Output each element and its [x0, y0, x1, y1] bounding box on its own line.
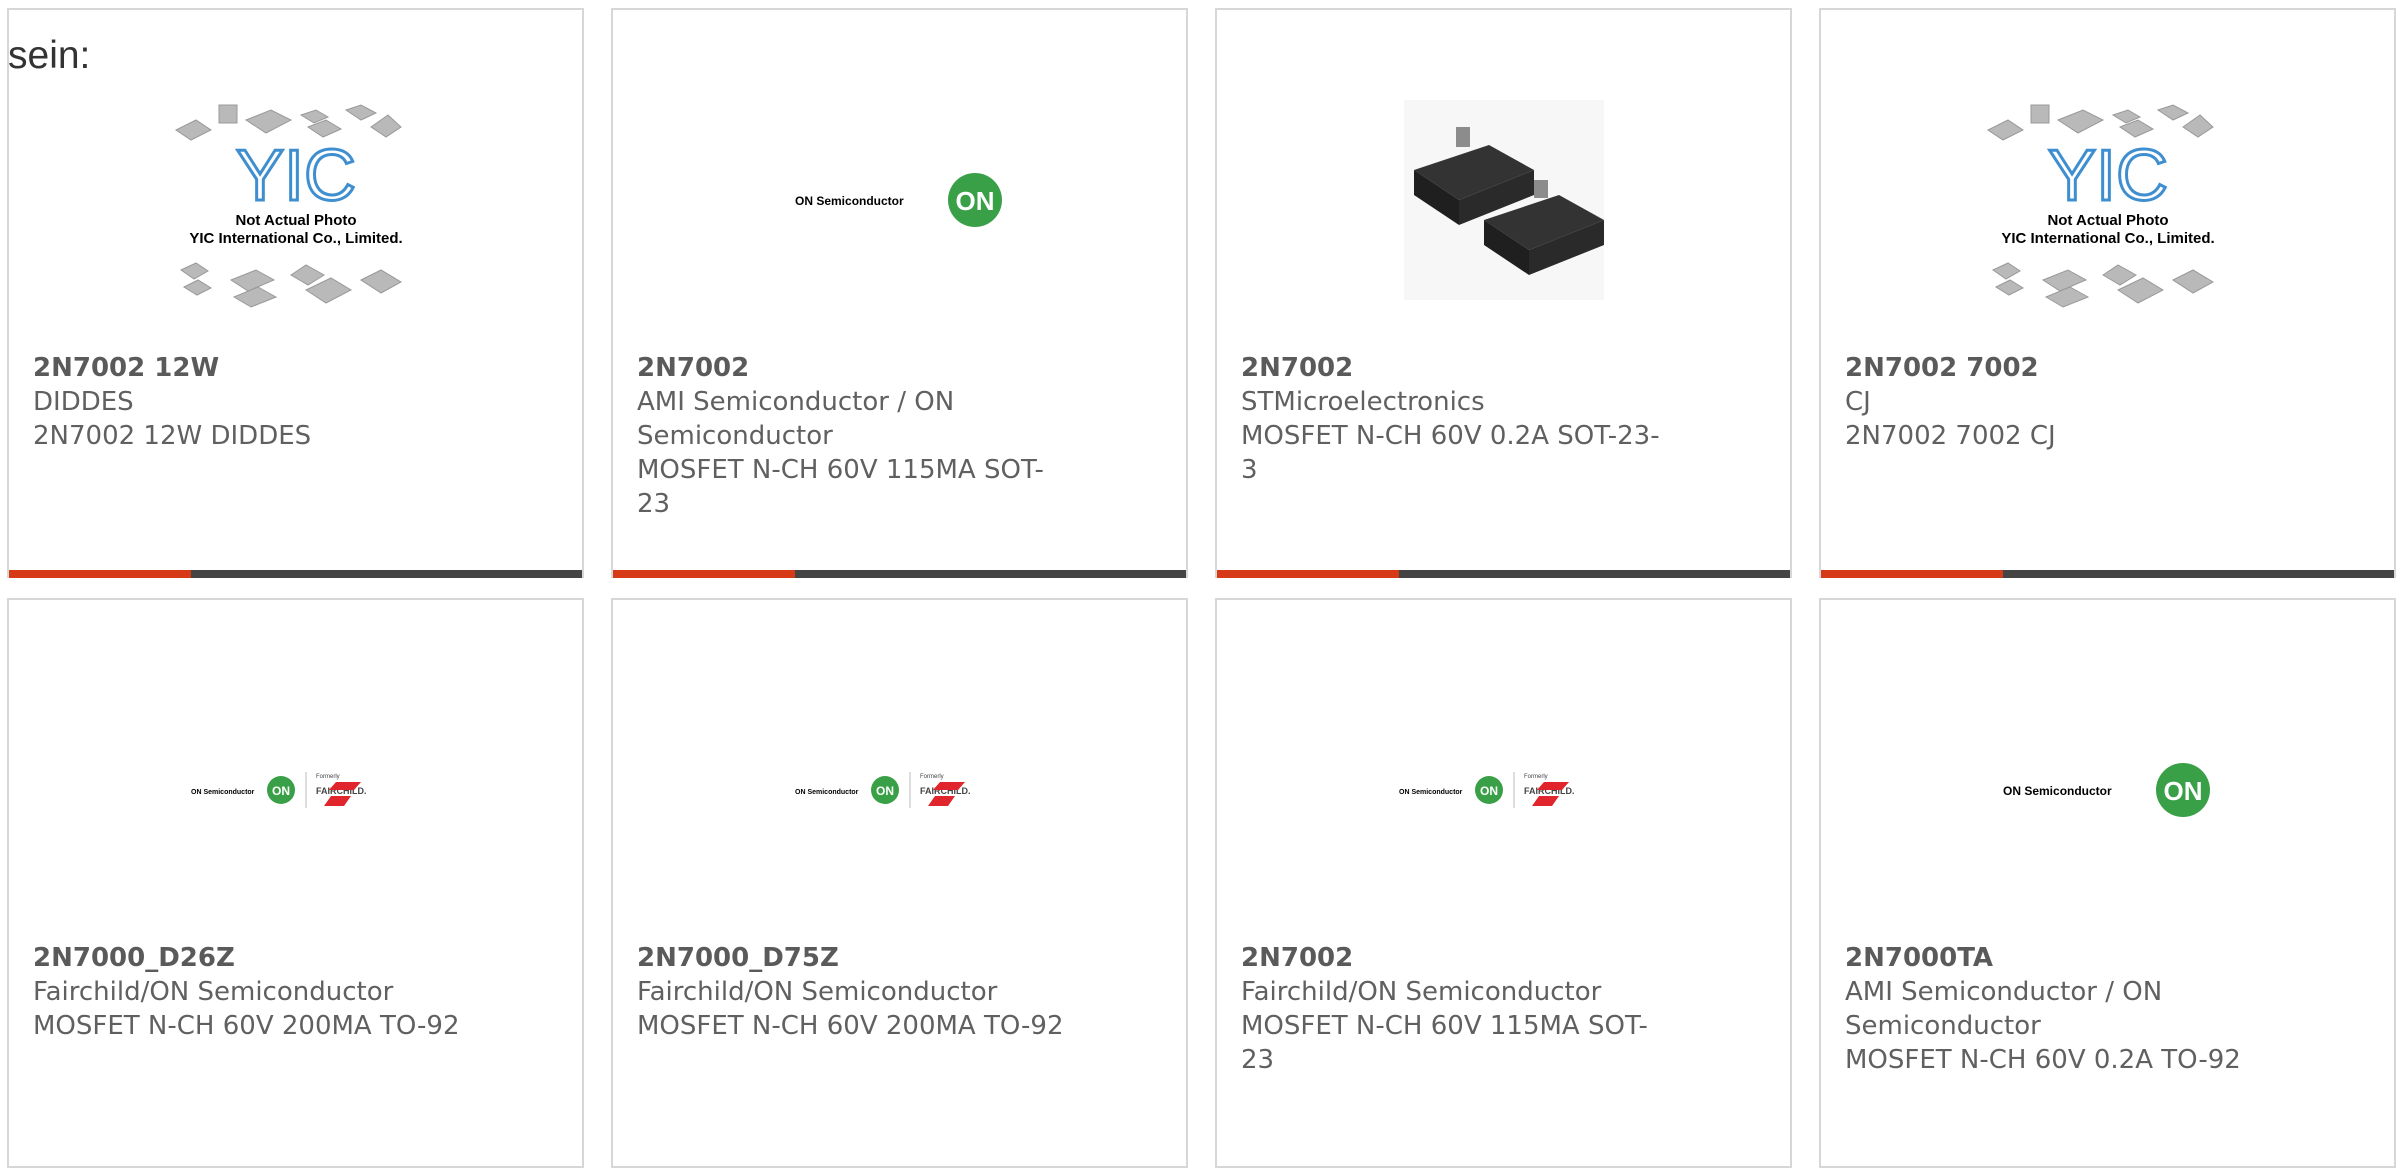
svg-text:ON Semiconductor: ON Semiconductor — [191, 789, 255, 796]
svg-text:ON Semiconductor: ON Semiconductor — [795, 194, 904, 208]
description: MOSFET N-CH 60V 115MA SOT-23 — [637, 455, 1044, 519]
card-accent-bar — [1217, 570, 1790, 578]
svg-text:Not Actual Photo: Not Actual Photo — [2047, 212, 2168, 229]
product-card[interactable]: ON Semiconductor ON 2N7002 AMI Semicondu… — [611, 8, 1188, 578]
svg-text:Formerly: Formerly — [316, 774, 340, 780]
sot23-chip-image — [1217, 50, 1790, 350]
product-card[interactable]: YIC Not Actual Photo YIC International C… — [1819, 8, 2396, 578]
yic-placeholder-image: YIC Not Actual Photo YIC International C… — [9, 50, 582, 350]
description: MOSFET N-CH 60V 200MA TO-92 — [33, 1011, 460, 1041]
manufacturer: STMicroelectronics — [1241, 387, 1485, 417]
placeholder-line2: YIC International Co., Limited. — [189, 230, 402, 247]
svg-text:ON Semiconductor: ON Semiconductor — [2003, 784, 2112, 798]
svg-text:Formerly: Formerly — [920, 774, 944, 780]
part-number[interactable]: 2N7000TA — [1845, 941, 2275, 975]
manufacturer: AMI Semiconductor / ON Semiconductor — [1845, 977, 2163, 1041]
card-accent-bar — [9, 570, 582, 578]
description: MOSFET N-CH 60V 115MA SOT-23 — [1241, 1011, 1648, 1075]
svg-text:ON: ON — [1480, 784, 1498, 798]
svg-text:Formerly: Formerly — [1524, 774, 1548, 780]
part-number[interactable]: 2N7002 7002 — [1845, 351, 2275, 385]
intro-text: sein: — [8, 34, 91, 77]
on-semiconductor-logo: ON Semiconductor ON — [613, 50, 1186, 350]
description: MOSFET N-CH 60V 200MA TO-92 — [637, 1011, 1064, 1041]
part-number[interactable]: 2N7002 12W — [33, 351, 463, 385]
svg-text:ON: ON — [2163, 776, 2202, 806]
card-accent-bar — [613, 570, 1186, 578]
placeholder-line1: Not Actual Photo — [235, 212, 356, 229]
part-number[interactable]: 2N7002 — [1241, 351, 1671, 385]
svg-text:ON: ON — [955, 186, 994, 216]
manufacturer: DIDDES — [33, 387, 134, 417]
yic-placeholder-image: YIC Not Actual Photo YIC International C… — [1821, 50, 2394, 350]
svg-text:ON Semiconductor: ON Semiconductor — [795, 789, 859, 796]
svg-text:YIC International Co., Limited: YIC International Co., Limited. — [2001, 230, 2214, 247]
part-number[interactable]: 2N7000_D26Z — [33, 941, 463, 975]
svg-text:ON: ON — [272, 784, 290, 798]
description: MOSFET N-CH 60V 0.2A SOT-23-3 — [1241, 421, 1660, 485]
product-card[interactable]: ON Semiconductor ON 2N7000TA AMI Semicon… — [1819, 598, 2396, 1168]
on-fairchild-logo: ON Semiconductor ON Formerly FAIRCHILD. — [613, 640, 1186, 940]
on-semiconductor-logo: ON Semiconductor ON — [1821, 640, 2394, 940]
on-fairchild-logo: ON Semiconductor ON Formerly FAIRCHILD. — [1217, 640, 1790, 940]
product-card[interactable]: YIC Not Actual Photo YIC International C… — [7, 8, 584, 578]
description: MOSFET N-CH 60V 0.2A TO-92 — [1845, 1045, 2241, 1075]
description: 2N7002 7002 CJ — [1845, 421, 2056, 451]
svg-text:YIC: YIC — [235, 136, 355, 216]
manufacturer: AMI Semiconductor / ON Semiconductor — [637, 387, 955, 451]
product-card[interactable]: ON Semiconductor ON Formerly FAIRCHILD. … — [1215, 598, 1792, 1168]
product-card[interactable]: ON Semiconductor ON Formerly FAIRCHILD. … — [611, 598, 1188, 1168]
manufacturer: CJ — [1845, 387, 1871, 417]
svg-text:YIC: YIC — [2047, 136, 2167, 216]
svg-text:ON Semiconductor: ON Semiconductor — [1399, 789, 1463, 796]
description: 2N7002 12W DIDDES — [33, 421, 312, 451]
part-number[interactable]: 2N7002 — [637, 351, 1067, 385]
manufacturer: Fairchild/ON Semiconductor — [1241, 977, 1602, 1007]
part-number[interactable]: 2N7002 — [1241, 941, 1671, 975]
manufacturer: Fairchild/ON Semiconductor — [33, 977, 394, 1007]
product-card[interactable]: 2N7002 STMicroelectronics MOSFET N-CH 60… — [1215, 8, 1792, 578]
svg-text:ON: ON — [876, 784, 894, 798]
on-fairchild-logo: ON Semiconductor ON Formerly FAIRCHILD. — [9, 640, 582, 940]
manufacturer: Fairchild/ON Semiconductor — [637, 977, 998, 1007]
card-accent-bar — [1821, 570, 2394, 578]
part-number[interactable]: 2N7000_D75Z — [637, 941, 1067, 975]
product-card[interactable]: ON Semiconductor ON Formerly FAIRCHILD. … — [7, 598, 584, 1168]
